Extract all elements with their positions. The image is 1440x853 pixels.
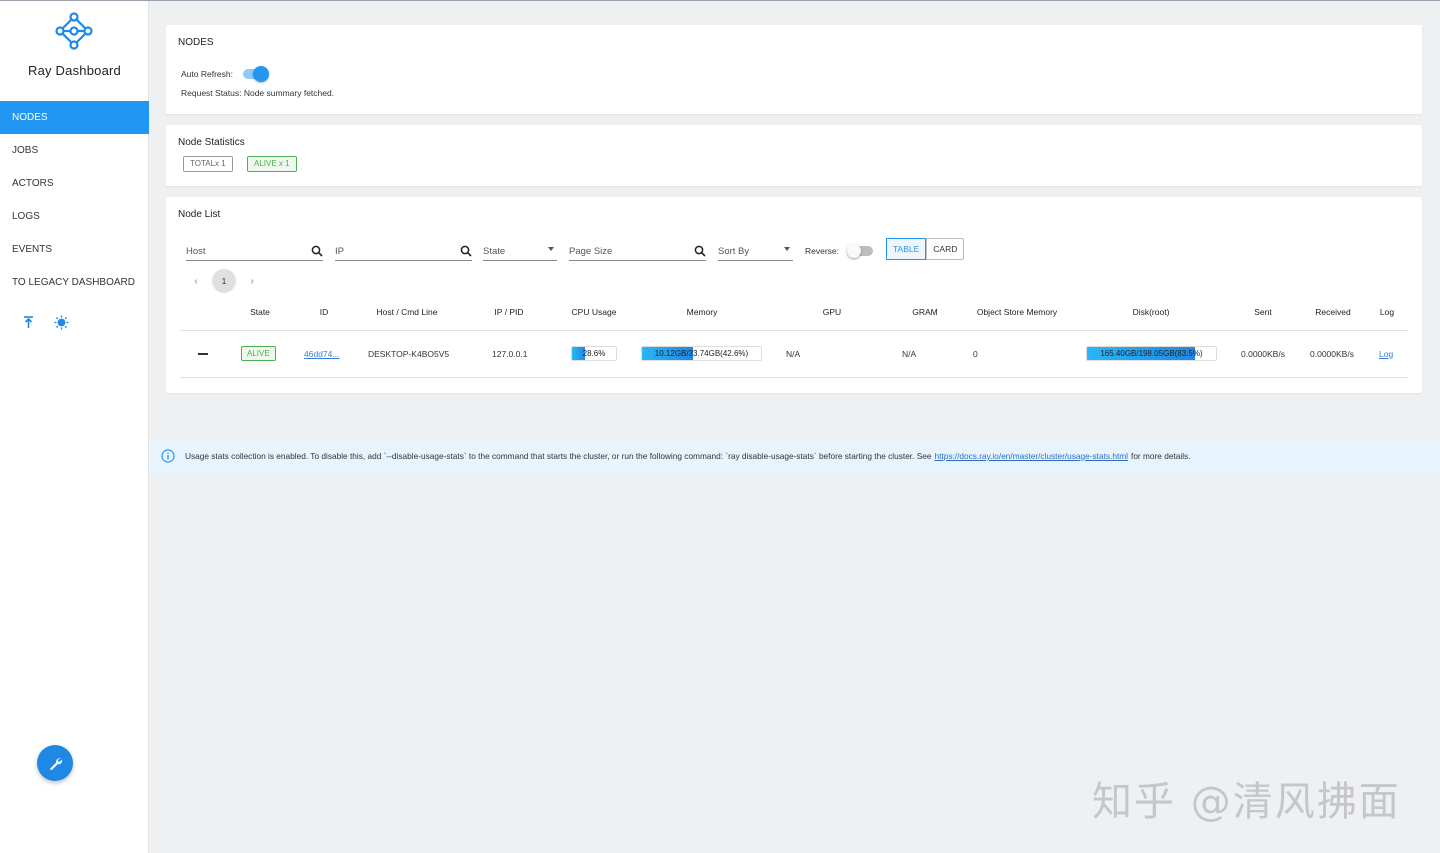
table-header-divider xyxy=(180,330,1408,331)
state-filter-select[interactable]: State xyxy=(483,239,557,261)
column-header-log[interactable]: Log xyxy=(1372,307,1402,317)
search-icon[interactable] xyxy=(460,245,472,257)
column-header-memory[interactable]: Memory xyxy=(672,307,732,317)
table-view-button[interactable]: TABLE xyxy=(886,238,927,260)
auto-refresh-switch[interactable] xyxy=(241,66,269,82)
node-gram: N/A xyxy=(902,349,917,359)
watermark: 知乎 @清风拂面 xyxy=(1092,779,1401,825)
column-header-received[interactable]: Received xyxy=(1305,307,1361,317)
request-status: Request Status: Node summary fetched. xyxy=(181,88,335,98)
sidebar-item-nodes[interactable]: NODES xyxy=(0,101,149,134)
table-row-divider xyxy=(180,377,1408,378)
nodes-card: NODES Auto Refresh: Request Status: Node… xyxy=(166,25,1422,114)
node-object-store: 0 xyxy=(973,349,978,359)
column-header-gpu[interactable]: GPU xyxy=(812,307,852,317)
wrench-icon xyxy=(49,757,62,770)
reverse-label: Reverse: xyxy=(805,246,840,256)
sidebar: Ray Dashboard NODES JOBS ACTORS LOGS EVE… xyxy=(0,1,149,853)
settings-fab-button[interactable] xyxy=(37,745,73,781)
column-header-object-store[interactable]: Object Store Memory xyxy=(965,307,1069,317)
node-sent: 0.0000KB/s xyxy=(1241,349,1285,359)
disk-usage-text: 165.40GB/198.05GB(83.5%) xyxy=(1100,349,1203,358)
usage-stats-link[interactable]: https://docs.ray.io/en/master/cluster/us… xyxy=(934,451,1128,461)
state-filter-placeholder: State xyxy=(483,246,506,257)
column-header-gram[interactable]: GRAM xyxy=(905,307,945,317)
ray-logo-icon[interactable] xyxy=(54,11,94,51)
cpu-usage-bar: 28.6% xyxy=(571,346,617,361)
info-icon xyxy=(161,449,175,463)
node-statistics-title: Node Statistics xyxy=(178,137,245,148)
nodes-card-title: NODES xyxy=(178,37,214,48)
column-header-sent[interactable]: Sent xyxy=(1243,307,1283,317)
node-ip: 127.0.0.1 xyxy=(492,349,528,359)
sidebar-item-legacy-dashboard[interactable]: TO LEGACY DASHBOARD xyxy=(0,266,149,299)
node-list-card: Node List Host IP State Page Size Sort B… xyxy=(166,197,1422,393)
column-header-state[interactable]: State xyxy=(242,307,278,317)
sort-by-placeholder: Sort By xyxy=(718,246,750,257)
collapse-row-button[interactable] xyxy=(198,353,208,355)
node-statistics-card: Node Statistics TOTALx 1 ALIVE x 1 xyxy=(166,125,1422,186)
search-icon[interactable] xyxy=(311,245,323,257)
node-host: DESKTOP-K4BO5V5 xyxy=(368,349,450,359)
pagination: ‹ 1 › xyxy=(190,269,258,293)
card-view-button[interactable]: CARD xyxy=(926,239,963,259)
status-badge: ALIVE xyxy=(241,346,276,361)
auto-refresh-label: Auto Refresh: xyxy=(181,69,233,79)
sort-by-select[interactable]: Sort By xyxy=(718,239,793,261)
column-header-ip[interactable]: IP / PID xyxy=(479,307,539,317)
host-filter-input[interactable]: Host xyxy=(186,239,323,261)
column-header-id[interactable]: ID xyxy=(306,307,342,317)
sidebar-item-events[interactable]: EVENTS xyxy=(0,233,149,266)
host-filter-placeholder: Host xyxy=(186,246,206,257)
node-list-title: Node List xyxy=(178,209,221,220)
node-id-link[interactable]: 46dd74... xyxy=(304,349,339,359)
sidebar-item-jobs[interactable]: JOBS xyxy=(0,134,149,167)
node-received: 0.0000KB/s xyxy=(1310,349,1354,359)
prev-page-button[interactable]: ‹ xyxy=(190,276,202,287)
sidebar-item-actors[interactable]: ACTORS xyxy=(0,167,149,200)
usage-stats-banner: Usage stats collection is enabled. To di… xyxy=(149,439,1440,473)
column-header-host[interactable]: Host / Cmd Line xyxy=(362,307,452,317)
auto-refresh-row: Auto Refresh: xyxy=(181,66,269,82)
search-icon[interactable] xyxy=(694,245,706,257)
page-size-input[interactable]: Page Size xyxy=(569,239,706,261)
banner-text: Usage stats collection is enabled. To di… xyxy=(185,451,932,461)
page-size-placeholder: Page Size xyxy=(569,246,613,257)
node-log-link[interactable]: Log xyxy=(1379,349,1393,359)
column-header-disk[interactable]: Disk(root) xyxy=(1121,307,1181,317)
column-header-cpu[interactable]: CPU Usage xyxy=(564,307,624,317)
next-page-button[interactable]: › xyxy=(246,276,258,287)
page-1-button[interactable]: 1 xyxy=(212,269,236,293)
app-title: Ray Dashboard xyxy=(28,63,121,78)
memory-usage-text: 10.12GB/23.74GB(42.6%) xyxy=(654,349,749,358)
memory-usage-bar: 10.12GB/23.74GB(42.6%) xyxy=(641,346,762,361)
view-toggle-group: TABLE CARD xyxy=(886,238,965,260)
alive-chip[interactable]: ALIVE x 1 xyxy=(247,156,297,172)
banner-text-after: for more details. xyxy=(1131,451,1191,461)
chevron-down-icon xyxy=(784,247,790,251)
reverse-row: Reverse: xyxy=(805,243,875,259)
cpu-usage-text: 28.6% xyxy=(582,349,606,358)
ip-filter-input[interactable]: IP xyxy=(335,239,472,261)
node-gpu: N/A xyxy=(786,349,801,359)
reverse-switch[interactable] xyxy=(847,243,875,259)
brightness-icon[interactable] xyxy=(53,314,70,331)
total-chip[interactable]: TOTALx 1 xyxy=(183,156,233,172)
vertical-align-top-icon[interactable] xyxy=(20,314,37,331)
sidebar-item-logs[interactable]: LOGS xyxy=(0,200,149,233)
sidebar-nav: NODES JOBS ACTORS LOGS EVENTS TO LEGACY … xyxy=(0,101,149,299)
disk-usage-bar: 165.40GB/198.05GB(83.5%) xyxy=(1086,346,1217,361)
ip-filter-placeholder: IP xyxy=(335,246,344,257)
chevron-down-icon xyxy=(548,247,554,251)
